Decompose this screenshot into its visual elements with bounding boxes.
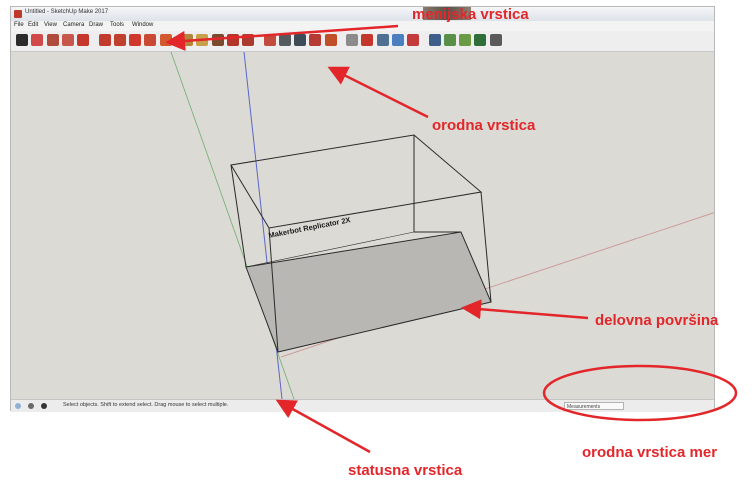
menu-bar-annotation: menijska vrstica [412, 6, 529, 23]
workspace-annotation: delovna površina [595, 312, 719, 329]
status-bar-arrow [275, 399, 371, 454]
status-bar-annotation: statusna vrstica [348, 462, 463, 479]
annotation-arrows [165, 24, 738, 454]
toolbar-annotation: orodna vrstica [432, 117, 536, 134]
measurements-highlight-ellipse [542, 364, 738, 422]
toolbar-arrow [327, 66, 429, 119]
measurements-annotation: orodna vrstica mer [582, 444, 718, 461]
workspace-arrow [461, 299, 589, 320]
menu-bar-arrow [165, 24, 399, 51]
